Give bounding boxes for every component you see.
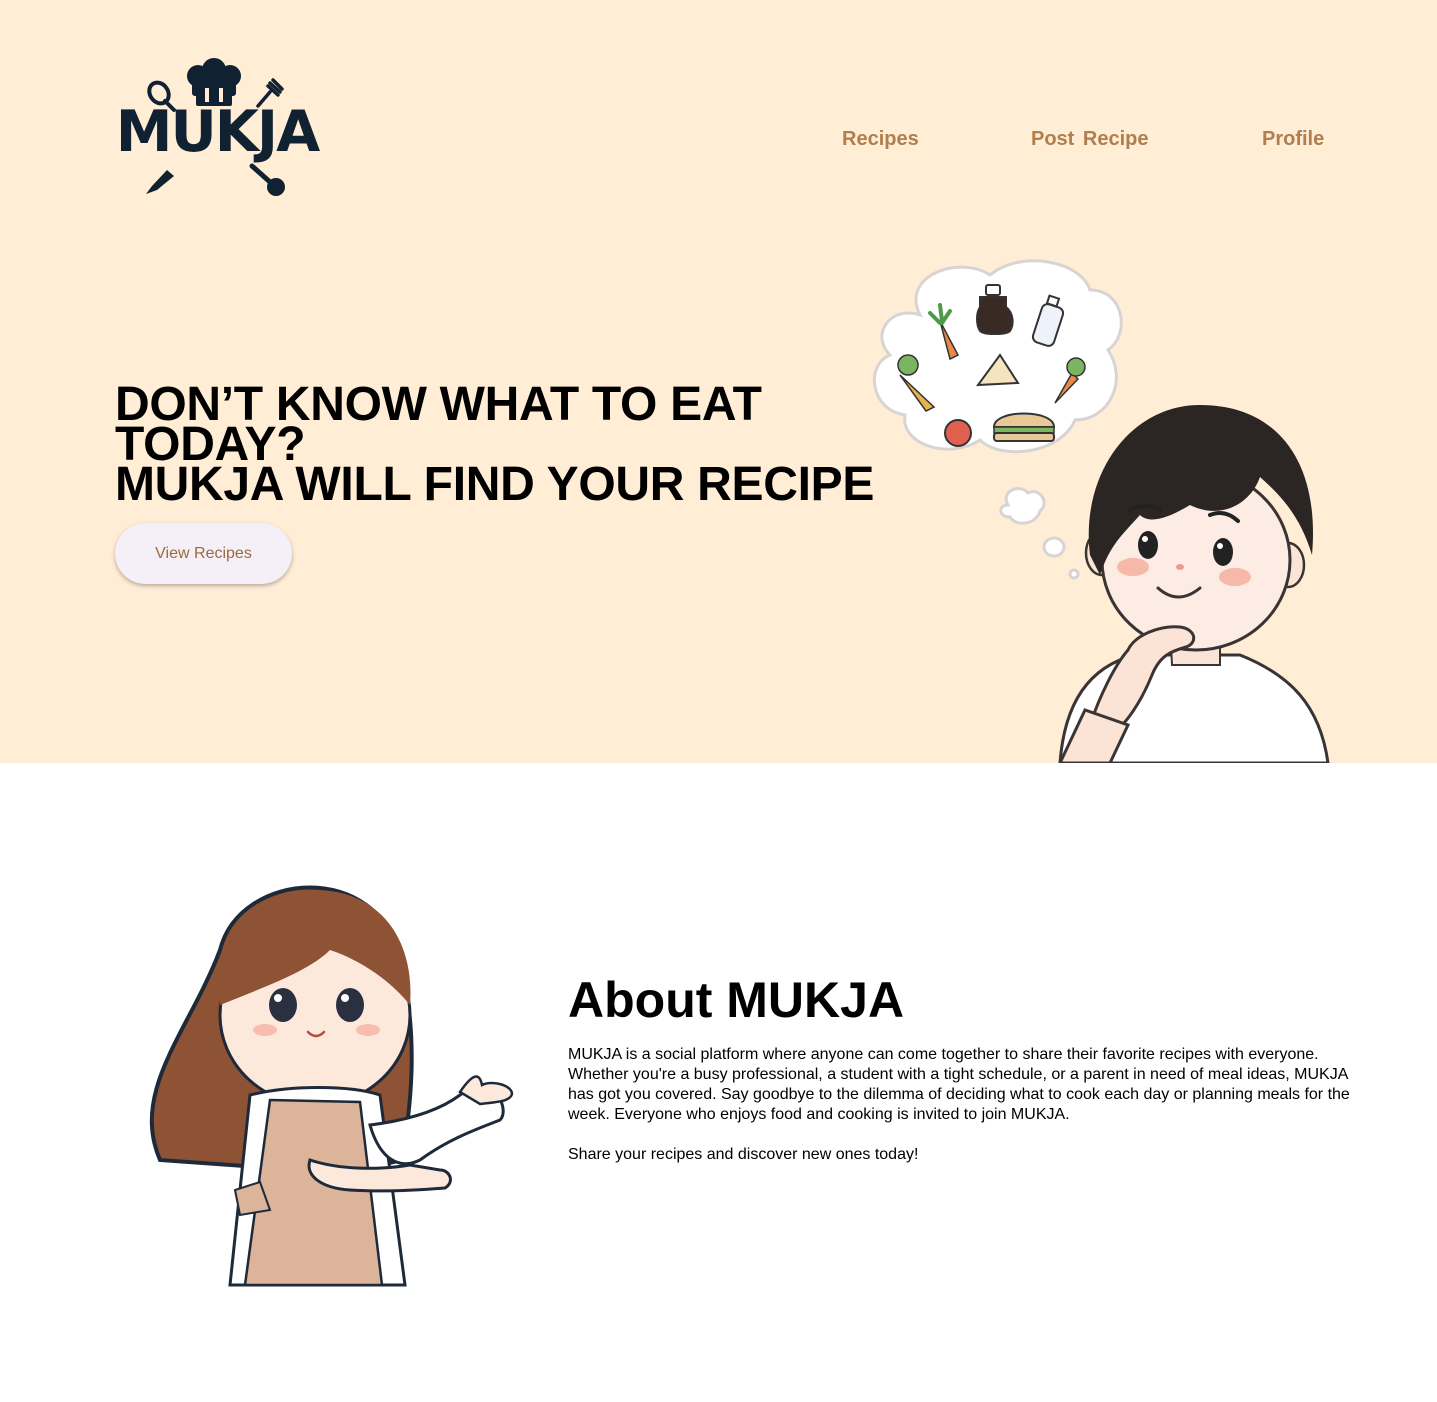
- logo-wordmark: MUKJA: [115, 99, 321, 165]
- thinking-boy-illustration: [873, 259, 1330, 763]
- mukja-logo[interactable]: MUKJA: [112, 58, 322, 200]
- nav-profile-link[interactable]: Profile: [1262, 128, 1324, 151]
- about-description: MUKJA is a social platform where anyone …: [568, 1045, 1358, 1165]
- about-paragraph-2: Share your recipes and discover new ones…: [568, 1146, 919, 1163]
- headline-line-3: MUKJA WILL FIND YOUR RECIPE: [115, 458, 875, 511]
- nav-post-recipe-link[interactable]: Post Recipe: [1031, 128, 1148, 151]
- hero-headline: DON’T KNOW WHAT TO EAT TODAY? MUKJA WILL…: [115, 381, 875, 511]
- view-recipes-button[interactable]: View Recipes: [115, 523, 292, 584]
- girl-chef-illustration: [149, 885, 514, 1287]
- nav-recipes-link[interactable]: Recipes: [842, 128, 919, 151]
- hero-section: MUKJA Recipes Post Recipe Profile DON’T …: [0, 0, 1437, 763]
- about-title: About MUKJA: [568, 972, 905, 1028]
- about-paragraph-1: MUKJA is a social platform where anyone …: [568, 1046, 1350, 1123]
